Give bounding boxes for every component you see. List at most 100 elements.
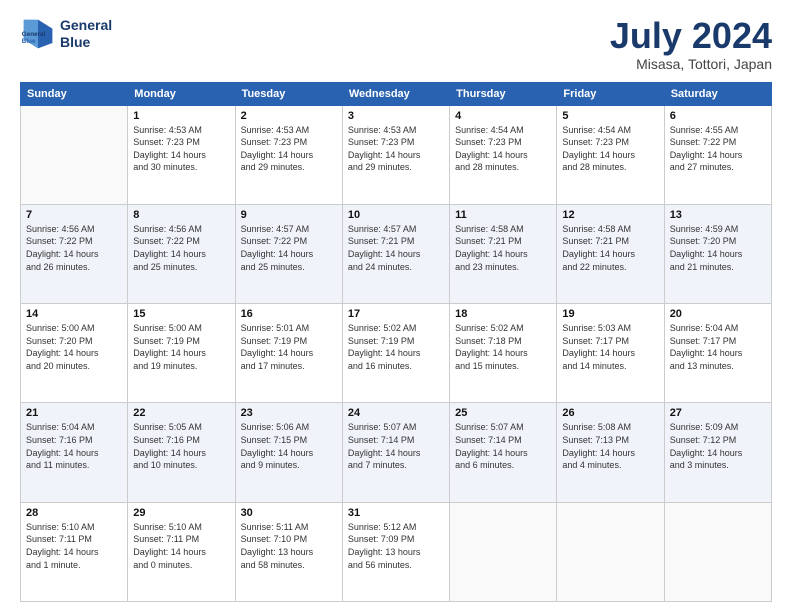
day-info: Sunrise: 4:58 AMSunset: 7:21 PMDaylight:… — [455, 223, 551, 273]
day-number: 4 — [455, 110, 551, 122]
table-row: 14Sunrise: 5:00 AMSunset: 7:20 PMDayligh… — [21, 304, 128, 403]
day-number: 10 — [348, 209, 444, 221]
table-row: 12 Sunrise: 4:58 AMSunset: 7:21 PMDayligh… — [557, 204, 664, 303]
col-thursday: Thursday — [450, 82, 557, 105]
day-info: Sunrise: 5:00 AMSunset: 7:19 PMDaylight:… — [133, 322, 229, 372]
logo-text-line1: General — [60, 17, 112, 34]
day-number: 28 — [26, 507, 122, 519]
day-number: 5 — [562, 110, 658, 122]
day-info: Sunrise: 5:04 AMSunset: 7:17 PMDaylight:… — [670, 322, 766, 372]
calendar-week-row: 14Sunrise: 5:00 AMSunset: 7:20 PMDayligh… — [21, 304, 772, 403]
day-number: 15 — [133, 308, 229, 320]
day-number: 29 — [133, 507, 229, 519]
day-info: Sunrise: 5:10 AMSunset: 7:11 PMDaylight:… — [26, 521, 122, 571]
svg-text:General: General — [22, 31, 46, 38]
day-info: Sunrise: 4:53 AMSunset: 7:23 PMDaylight:… — [133, 124, 229, 174]
day-number: 17 — [348, 308, 444, 320]
table-row: 3 Sunrise: 4:53 AMSunset: 7:23 PMDaylight… — [342, 105, 449, 204]
day-number: 16 — [241, 308, 337, 320]
day-info: Sunrise: 4:59 AMSunset: 7:20 PMDaylight:… — [670, 223, 766, 273]
day-number: 3 — [348, 110, 444, 122]
day-number: 19 — [562, 308, 658, 320]
table-row: 11 Sunrise: 4:58 AMSunset: 7:21 PMDayligh… — [450, 204, 557, 303]
table-row — [664, 502, 771, 601]
table-row: 21 Sunrise: 5:04 AMSunset: 7:16 PMDayligh… — [21, 403, 128, 502]
day-number: 2 — [241, 110, 337, 122]
col-friday: Friday — [557, 82, 664, 105]
day-number: 12 — [562, 209, 658, 221]
day-info: Sunrise: 5:07 AMSunset: 7:14 PMDaylight:… — [348, 421, 444, 471]
table-row: 20 Sunrise: 5:04 AMSunset: 7:17 PMDayligh… — [664, 304, 771, 403]
table-row: 13Sunrise: 4:59 AMSunset: 7:20 PMDayligh… — [664, 204, 771, 303]
table-row — [21, 105, 128, 204]
col-monday: Monday — [128, 82, 235, 105]
day-info: Sunrise: 4:53 AMSunset: 7:23 PMDaylight:… — [241, 124, 337, 174]
logo-text-line2: Blue — [60, 34, 112, 51]
generalblue-logo-icon: General Blue — [20, 16, 56, 52]
day-info: Sunrise: 5:04 AMSunset: 7:16 PMDaylight:… — [26, 421, 122, 471]
calendar-week-row: 7 Sunrise: 4:56 AMSunset: 7:22 PMDaylight… — [21, 204, 772, 303]
day-info: Sunrise: 5:07 AMSunset: 7:14 PMDaylight:… — [455, 421, 551, 471]
calendar-week-row: 21 Sunrise: 5:04 AMSunset: 7:16 PMDayligh… — [21, 403, 772, 502]
table-row: 1 Sunrise: 4:53 AMSunset: 7:23 PMDaylight… — [128, 105, 235, 204]
table-row: 10 Sunrise: 4:57 AMSunset: 7:21 PMDayligh… — [342, 204, 449, 303]
day-number: 18 — [455, 308, 551, 320]
table-row: 7 Sunrise: 4:56 AMSunset: 7:22 PMDaylight… — [21, 204, 128, 303]
table-row: 8Sunrise: 4:56 AMSunset: 7:22 PMDaylight… — [128, 204, 235, 303]
table-row: 30Sunrise: 5:11 AMSunset: 7:10 PMDayligh… — [235, 502, 342, 601]
table-row: 5Sunrise: 4:54 AMSunset: 7:23 PMDaylight… — [557, 105, 664, 204]
day-number: 30 — [241, 507, 337, 519]
day-info: Sunrise: 4:58 AMSunset: 7:21 PMDaylight:… — [562, 223, 658, 273]
table-row: 4 Sunrise: 4:54 AMSunset: 7:23 PMDaylight… — [450, 105, 557, 204]
table-row — [557, 502, 664, 601]
day-number: 1 — [133, 110, 229, 122]
day-info: Sunrise: 4:54 AMSunset: 7:23 PMDaylight:… — [455, 124, 551, 174]
day-number: 21 — [26, 407, 122, 419]
table-row: 29 Sunrise: 5:10 AMSunset: 7:11 PMDayligh… — [128, 502, 235, 601]
table-row — [450, 502, 557, 601]
day-info: Sunrise: 5:05 AMSunset: 7:16 PMDaylight:… — [133, 421, 229, 471]
day-number: 27 — [670, 407, 766, 419]
day-info: Sunrise: 5:09 AMSunset: 7:12 PMDaylight:… — [670, 421, 766, 471]
month-title: July 2024 — [610, 16, 772, 56]
day-info: Sunrise: 5:01 AMSunset: 7:19 PMDaylight:… — [241, 322, 337, 372]
day-number: 25 — [455, 407, 551, 419]
day-number: 26 — [562, 407, 658, 419]
day-number: 31 — [348, 507, 444, 519]
day-number: 20 — [670, 308, 766, 320]
day-number: 11 — [455, 209, 551, 221]
day-number: 23 — [241, 407, 337, 419]
col-wednesday: Wednesday — [342, 82, 449, 105]
day-number: 14 — [26, 308, 122, 320]
calendar-table: Sunday Monday Tuesday Wednesday Thursday… — [20, 82, 772, 602]
day-info: Sunrise: 4:53 AMSunset: 7:23 PMDaylight:… — [348, 124, 444, 174]
day-info: Sunrise: 4:56 AMSunset: 7:22 PMDaylight:… — [133, 223, 229, 273]
col-sunday: Sunday — [21, 82, 128, 105]
table-row: 17 Sunrise: 5:02 AMSunset: 7:19 PMDayligh… — [342, 304, 449, 403]
table-row: 23Sunrise: 5:06 AMSunset: 7:15 PMDayligh… — [235, 403, 342, 502]
day-info: Sunrise: 4:57 AMSunset: 7:21 PMDaylight:… — [348, 223, 444, 273]
location: Misasa, Tottori, Japan — [610, 56, 772, 72]
day-info: Sunrise: 4:56 AMSunset: 7:22 PMDaylight:… — [26, 223, 122, 273]
calendar-week-row: 28 Sunrise: 5:10 AMSunset: 7:11 PMDayligh… — [21, 502, 772, 601]
page: General Blue General Blue July 2024 Misa… — [0, 0, 792, 612]
svg-text:Blue: Blue — [22, 38, 36, 45]
day-number: 24 — [348, 407, 444, 419]
col-saturday: Saturday — [664, 82, 771, 105]
logo: General Blue General Blue — [20, 16, 112, 52]
table-row: 27 Sunrise: 5:09 AMSunset: 7:12 PMDayligh… — [664, 403, 771, 502]
header: General Blue General Blue July 2024 Misa… — [20, 16, 772, 72]
day-info: Sunrise: 5:12 AMSunset: 7:09 PMDaylight:… — [348, 521, 444, 571]
table-row: 31 Sunrise: 5:12 AMSunset: 7:09 PMDayligh… — [342, 502, 449, 601]
table-row: 19Sunrise: 5:03 AMSunset: 7:17 PMDayligh… — [557, 304, 664, 403]
table-row: 16 Sunrise: 5:01 AMSunset: 7:19 PMDayligh… — [235, 304, 342, 403]
day-info: Sunrise: 5:10 AMSunset: 7:11 PMDaylight:… — [133, 521, 229, 571]
calendar-header-row: Sunday Monday Tuesday Wednesday Thursday… — [21, 82, 772, 105]
day-info: Sunrise: 5:02 AMSunset: 7:19 PMDaylight:… — [348, 322, 444, 372]
day-number: 6 — [670, 110, 766, 122]
table-row: 26Sunrise: 5:08 AMSunset: 7:13 PMDayligh… — [557, 403, 664, 502]
day-number: 7 — [26, 209, 122, 221]
table-row: 6Sunrise: 4:55 AMSunset: 7:22 PMDaylight… — [664, 105, 771, 204]
day-info: Sunrise: 5:02 AMSunset: 7:18 PMDaylight:… — [455, 322, 551, 372]
day-info: Sunrise: 4:57 AMSunset: 7:22 PMDaylight:… — [241, 223, 337, 273]
